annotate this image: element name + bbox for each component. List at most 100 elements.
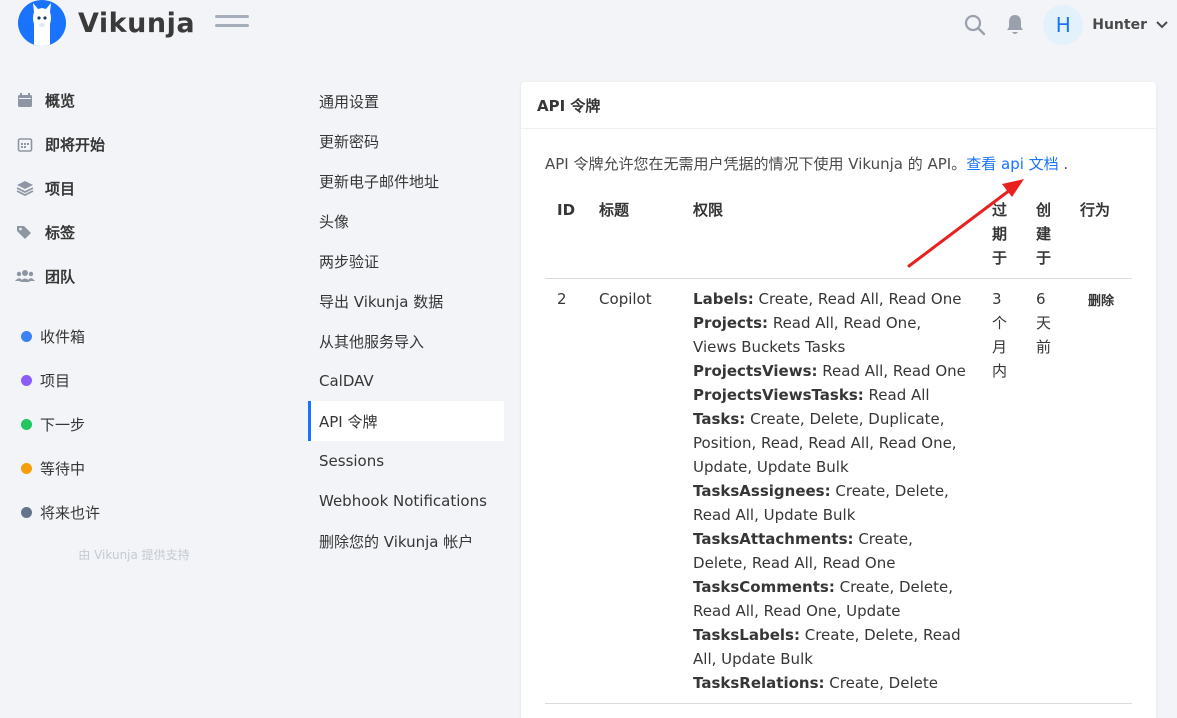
- nav-item-overview[interactable]: 概览: [0, 78, 210, 122]
- header-actions: 行为: [1068, 189, 1132, 279]
- powered-by[interactable]: 由 Vikunja 提供支持: [0, 546, 268, 563]
- permission-line: TasksRelations: Create, Delete: [693, 671, 968, 695]
- nav-item-label: 即将开始: [45, 135, 106, 154]
- project-label: 下一步: [40, 415, 86, 434]
- token-id: 2: [545, 278, 588, 704]
- menu-toggle-button[interactable]: [215, 15, 249, 33]
- settings-item-caldav[interactable]: CalDAV: [308, 361, 504, 401]
- settings-item-password[interactable]: 更新密码: [308, 121, 504, 161]
- settings-item-2fa[interactable]: 两步验证: [308, 241, 504, 281]
- project-color-dot: [21, 506, 32, 518]
- intro-suffix: .: [1058, 155, 1069, 173]
- project-label: 将来也许: [40, 503, 101, 522]
- chevron-down-icon: [1156, 21, 1168, 29]
- llama-logo-icon: [18, 0, 66, 46]
- nav-item-label: 概览: [45, 91, 76, 110]
- project-item-waiting[interactable]: 等待中: [0, 446, 210, 490]
- project-label: 项目: [40, 371, 71, 390]
- api-docs-link[interactable]: 查看 api 文档: [966, 155, 1058, 173]
- permission-line: TasksComments: Create, Delete, Read All,…: [693, 575, 968, 623]
- permission-group: TasksAssignees:: [693, 482, 831, 500]
- header-expires-text: 过期于: [992, 201, 1008, 267]
- permission-group: Labels:: [693, 290, 754, 308]
- permission-line: Tasks: Create, Delete, Duplicate, Positi…: [693, 407, 968, 479]
- project-color-dot: [21, 418, 32, 430]
- permission-group: Projects:: [693, 314, 769, 332]
- permission-group: TasksLabels:: [693, 626, 800, 644]
- project-item-inbox[interactable]: 收件箱: [0, 314, 210, 358]
- permission-rights: Create, Read All, Read One: [758, 290, 962, 308]
- app-name: Vikunja: [78, 7, 196, 39]
- project-list: 收件箱 项目 下一步 等待中 将来也许: [0, 314, 210, 534]
- project-item-projects[interactable]: 项目: [0, 358, 210, 402]
- permission-rights: Create, Delete: [829, 674, 938, 692]
- permission-group: TasksRelations:: [693, 674, 825, 692]
- token-actions: 删除: [1068, 278, 1132, 704]
- header-created-text: 创建于: [1036, 201, 1052, 267]
- permission-group: Tasks:: [693, 410, 746, 428]
- logo[interactable]: Vikunja: [18, 0, 195, 46]
- nav-item-teams[interactable]: 团队: [0, 254, 210, 298]
- settings-item-sessions[interactable]: Sessions: [308, 441, 504, 481]
- settings-item-export[interactable]: 导出 Vikunja 数据: [308, 281, 504, 321]
- tags-icon: [15, 222, 35, 242]
- project-label: 收件箱: [40, 327, 86, 346]
- nav-item-label: 项目: [45, 179, 76, 198]
- settings-menu: 通用设置 更新密码 更新电子邮件地址 头像 两步验证 导出 Vikunja 数据…: [308, 81, 504, 561]
- header-created: 创建于: [1024, 189, 1069, 279]
- permission-group: ProjectsViewsTasks:: [693, 386, 864, 404]
- search-button[interactable]: [955, 5, 995, 45]
- permission-line: TasksLabels: Create, Delete, Read All, U…: [693, 623, 968, 671]
- top-bar: Vikunja H Hunter: [0, 0, 1177, 52]
- token-created-text: 6天前: [1036, 290, 1052, 356]
- project-color-dot: [21, 462, 32, 474]
- bell-icon: [1007, 15, 1024, 34]
- nav-item-upcoming[interactable]: 即将开始: [0, 122, 210, 166]
- project-item-next[interactable]: 下一步: [0, 402, 210, 446]
- card-title: API 令牌: [521, 82, 1156, 129]
- permission-line: Labels: Create, Read All, Read One: [693, 287, 968, 311]
- header-permissions: 权限: [681, 189, 981, 279]
- header-id: ID: [545, 189, 588, 279]
- token-title: Copilot: [587, 278, 682, 704]
- delete-token-button[interactable]: 删除: [1080, 290, 1114, 314]
- hamburger-line: [215, 24, 249, 27]
- permission-group: TasksComments:: [693, 578, 835, 596]
- top-right-controls: H Hunter: [955, 4, 1177, 46]
- nav-item-labels[interactable]: 标签: [0, 210, 210, 254]
- notifications-button[interactable]: [995, 5, 1035, 45]
- search-icon: [965, 14, 986, 36]
- username[interactable]: Hunter: [1092, 17, 1147, 33]
- api-tokens-table: ID 标题 权限 过期于 创建于 行为 2 Copilot Labels: Cr…: [545, 189, 1132, 704]
- permission-group: TasksAttachments:: [693, 530, 854, 548]
- permission-line: TasksAttachments: Create, Delete, Read A…: [693, 527, 968, 575]
- settings-item-webhooks[interactable]: Webhook Notifications: [308, 481, 504, 521]
- card-body: API 令牌允许您在无需用户凭据的情况下使用 Vikunja 的 API。查看 …: [521, 129, 1156, 704]
- nav-item-label: 团队: [45, 267, 76, 286]
- settings-item-email[interactable]: 更新电子邮件地址: [308, 161, 504, 201]
- layers-icon: [15, 178, 35, 198]
- permission-rights: Read All, Read One: [822, 362, 966, 380]
- avatar[interactable]: H: [1043, 5, 1084, 45]
- calendar-icon: [15, 90, 35, 110]
- project-item-someday[interactable]: 将来也许: [0, 490, 210, 534]
- settings-item-delete-account[interactable]: 删除您的 Vikunja 帐户: [308, 521, 504, 561]
- permission-line: ProjectsViews: Read All, Read One: [693, 359, 968, 383]
- permission-line: Projects: Read All, Read One, Views Buck…: [693, 311, 968, 359]
- token-expires: 3个月内: [980, 278, 1025, 704]
- settings-item-import[interactable]: 从其他服务导入: [308, 321, 504, 361]
- user-menu-button[interactable]: [1147, 5, 1177, 45]
- permission-rights: Read All: [868, 386, 930, 404]
- settings-item-avatar[interactable]: 头像: [308, 201, 504, 241]
- intro-description: API 令牌允许您在无需用户凭据的情况下使用 Vikunja 的 API。: [545, 155, 967, 173]
- intro-text: API 令牌允许您在无需用户凭据的情况下使用 Vikunja 的 API。查看 …: [545, 153, 1132, 175]
- token-expires-text: 3个月内: [992, 290, 1008, 380]
- permission-line: ProjectsViewsTasks: Read All: [693, 383, 968, 407]
- main-navigation: 概览 即将开始 项目 标签 团队 收件箱 项目 下一步 等待中 将来也许 由 V…: [0, 78, 210, 562]
- settings-item-general[interactable]: 通用设置: [308, 81, 504, 121]
- nav-item-projects[interactable]: 项目: [0, 166, 210, 210]
- project-color-dot: [21, 374, 32, 386]
- table-row: 2 Copilot Labels: Create, Read All, Read…: [545, 278, 1132, 704]
- settings-item-api-tokens[interactable]: API 令牌: [308, 401, 504, 441]
- nav-item-label: 标签: [45, 223, 76, 242]
